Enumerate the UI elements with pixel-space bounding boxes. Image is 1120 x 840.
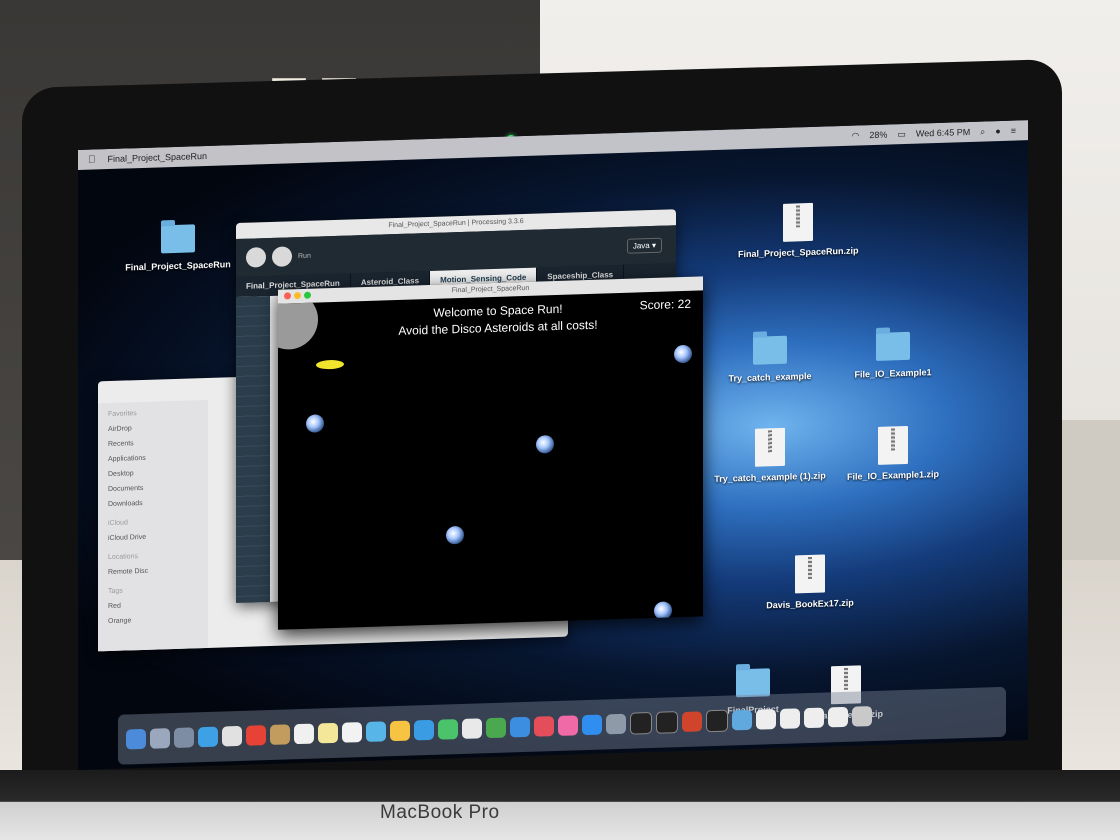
spotlight-icon[interactable]: ⌕ xyxy=(980,126,985,137)
contacts-icon[interactable] xyxy=(270,724,290,745)
desktop-icon-label: File_IO_Example1.zip xyxy=(846,468,940,482)
recent-document-icon[interactable] xyxy=(828,706,848,728)
facetime-icon[interactable] xyxy=(438,719,458,740)
sketch-window[interactable]: Final_Project_SpaceRun Welcome to Space … xyxy=(278,276,703,630)
desktop-folder[interactable]: Try_catch_example xyxy=(710,334,830,384)
reminders-icon[interactable] xyxy=(342,722,362,743)
zip-file-icon xyxy=(795,554,825,594)
zip-file-icon xyxy=(783,202,813,242)
mode-select[interactable]: Java ▾ xyxy=(626,237,662,254)
line-number-gutter xyxy=(236,295,270,604)
laptop-chin xyxy=(0,770,1120,840)
desktop-zip[interactable]: Final_Project_SpaceRun.zip xyxy=(738,201,859,260)
desktop-folder[interactable]: File_IO_Example1 xyxy=(833,331,953,381)
folder-icon xyxy=(736,668,770,698)
folder-icon xyxy=(753,335,787,365)
run-button[interactable] xyxy=(246,247,266,268)
minimize-icon[interactable] xyxy=(294,291,301,300)
stop-button[interactable] xyxy=(272,246,292,267)
score-label: Score: xyxy=(639,297,675,313)
score-value: 22 xyxy=(677,296,691,312)
numbers-icon[interactable] xyxy=(486,717,506,739)
desktop-zip[interactable]: File_IO_Example1.zip xyxy=(833,425,953,483)
notes-icon[interactable] xyxy=(318,722,338,744)
score-display: Score: 22 xyxy=(640,297,691,313)
finder-icon[interactable] xyxy=(126,728,146,750)
battery-icon[interactable]: ▭ xyxy=(897,128,906,139)
terminal-icon[interactable] xyxy=(656,711,678,734)
chrome-icon[interactable] xyxy=(246,725,266,746)
quicktime-icon[interactable] xyxy=(706,709,728,733)
laptop-screen:  Final_Project_SpaceRun ◠ 28% ▭ Wed 6:4… xyxy=(78,120,1028,771)
app-store-icon[interactable] xyxy=(582,714,602,736)
asteroid xyxy=(446,525,464,545)
recent-document-icon[interactable] xyxy=(756,709,776,730)
folder-icon xyxy=(161,224,195,254)
desktop-zip[interactable]: Try_catch_example (1).zip xyxy=(710,426,830,484)
asteroid xyxy=(536,435,554,454)
processing-icon[interactable] xyxy=(630,711,652,735)
mail-icon[interactable] xyxy=(222,725,242,747)
spaceship xyxy=(316,359,344,370)
game-canvas[interactable]: Welcome to Space Run! Avoid the Disco As… xyxy=(278,290,703,629)
desktop-folder[interactable]: Final_Project_SpaceRun xyxy=(118,223,238,273)
recent-document-icon[interactable] xyxy=(804,707,824,729)
recent-document-icon[interactable] xyxy=(780,708,800,729)
desktop-icon-label: Final_Project_SpaceRun.zip xyxy=(738,245,859,260)
keynote-icon[interactable] xyxy=(510,716,530,738)
pages-icon[interactable] xyxy=(462,718,482,739)
desktop-zip[interactable]: Davis_BookEx17.zip xyxy=(750,553,870,611)
asteroid xyxy=(674,344,692,364)
finder-sidebar: Favorites AirDrop Recents Applications D… xyxy=(98,399,208,652)
trash-icon[interactable] xyxy=(852,706,872,727)
asteroid xyxy=(654,601,672,620)
siri-icon[interactable]: ● xyxy=(995,126,1000,136)
launchpad-icon[interactable] xyxy=(174,727,194,748)
menu-app-name[interactable]: Final_Project_SpaceRun xyxy=(108,151,208,164)
system-preferences-icon[interactable] xyxy=(606,713,626,735)
battery-percent[interactable]: 28% xyxy=(869,130,887,141)
zoom-icon[interactable] xyxy=(304,291,311,299)
zip-file-icon xyxy=(755,427,785,467)
status-area: ◠ 28% ▭ Wed 6:45 PM ⌕ ● ≡ xyxy=(851,125,1016,141)
clock[interactable]: Wed 6:45 PM xyxy=(916,127,970,139)
powerpoint-icon[interactable] xyxy=(682,711,702,733)
window-controls xyxy=(284,291,311,300)
safari-icon[interactable] xyxy=(198,726,218,748)
desktop-icon-label: Try_catch_example (1).zip xyxy=(714,470,826,485)
menu-list-icon[interactable]: ≡ xyxy=(1011,126,1016,136)
desktop-icon-label: Final_Project_SpaceRun xyxy=(125,259,231,273)
messages-icon[interactable] xyxy=(414,719,434,741)
sidebar-item-tag-orange[interactable]: Orange xyxy=(98,611,208,629)
itunes-icon[interactable] xyxy=(558,715,578,736)
close-icon[interactable] xyxy=(284,292,291,300)
laptop-brand-label: MacBook Pro xyxy=(380,802,500,823)
apple-icon[interactable]:  xyxy=(88,154,96,165)
wifi-icon[interactable]: ◠ xyxy=(851,130,859,141)
desktop-icon-label: File_IO_Example1 xyxy=(854,367,932,380)
news-icon[interactable] xyxy=(534,716,554,737)
downloads-folder-icon[interactable] xyxy=(732,709,752,731)
sketch-title: Final_Project_SpaceRun xyxy=(451,284,530,295)
maps-icon[interactable] xyxy=(366,721,386,742)
desktop-icon-label: Davis_BookEx17.zip xyxy=(766,597,854,611)
photos-icon[interactable] xyxy=(390,720,410,742)
run-label: Run xyxy=(298,252,311,260)
desktop-icon-label: Try_catch_example xyxy=(728,370,812,384)
calendar-icon[interactable] xyxy=(294,723,314,745)
siri-icon[interactable] xyxy=(150,728,170,749)
zip-file-icon xyxy=(878,425,908,465)
asteroid xyxy=(306,414,324,433)
welcome-text: Welcome to Space Run! Avoid the Disco As… xyxy=(373,299,623,341)
folder-icon xyxy=(876,331,910,361)
